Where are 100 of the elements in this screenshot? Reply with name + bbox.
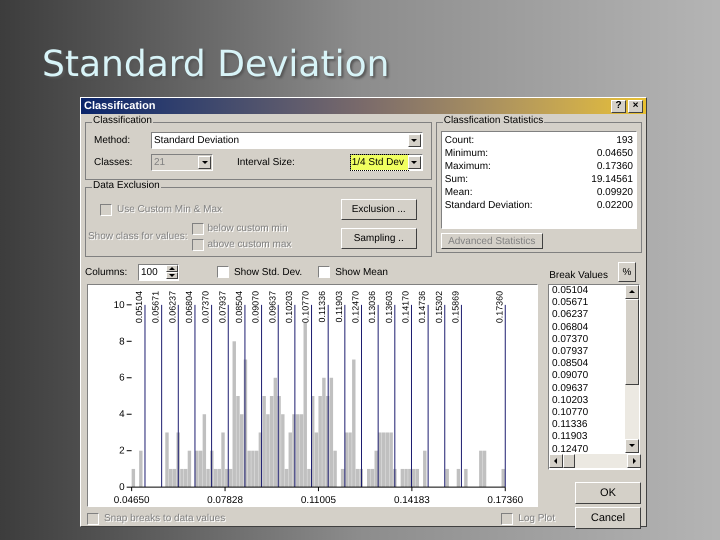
percent-button[interactable]: % xyxy=(618,262,636,282)
break-line[interactable] xyxy=(428,304,429,488)
break-label: 0.11903 xyxy=(334,290,344,322)
break-label: 0.17360 xyxy=(494,290,504,324)
break-line[interactable] xyxy=(211,304,212,488)
horizontal-scrollbar[interactable] xyxy=(549,454,641,468)
break-label: 0.13036 xyxy=(367,290,378,324)
y-tick-label: 4 xyxy=(119,409,125,420)
slide-title: Standard Deviation xyxy=(42,47,390,83)
vertical-scrollbar[interactable] xyxy=(625,285,639,453)
columns-spinbox[interactable]: 100 xyxy=(138,264,179,280)
x-tick-label: 0.04650 xyxy=(114,495,150,506)
y-tick-label: 6 xyxy=(119,372,125,384)
close-button[interactable]: × xyxy=(628,100,643,112)
break-value[interactable]: 0.05104 xyxy=(552,285,625,298)
classes-label: Classes: xyxy=(94,156,134,170)
sampling-button[interactable]: Sampling .. xyxy=(340,228,417,249)
break-value[interactable]: 0.10203 xyxy=(552,394,625,408)
checkbox-label: Snap breaks to data values xyxy=(104,512,226,526)
statistic-label: Sum: xyxy=(444,173,468,186)
caret-icon xyxy=(410,136,418,144)
break-value[interactable]: 0.07370 xyxy=(552,334,625,346)
break-label: 0.11336 xyxy=(317,290,328,322)
break-line[interactable] xyxy=(311,304,312,488)
histogram-bar xyxy=(445,468,449,488)
break-value[interactable]: 0.12470 xyxy=(552,444,625,453)
break-value[interactable]: 0.10770 xyxy=(552,407,625,420)
caret-icon xyxy=(168,272,176,280)
interval-size-label: Interval Size: xyxy=(237,156,296,170)
break-value[interactable]: 0.09070 xyxy=(552,370,625,383)
break-label: 0.09637 xyxy=(267,290,278,324)
statistic-value: 0.04650 xyxy=(596,147,633,160)
histogram-bar xyxy=(464,468,468,488)
y-tick-label: 0 xyxy=(119,482,125,494)
break-line[interactable] xyxy=(344,304,346,488)
group-legend: Data Exclusion xyxy=(92,181,161,191)
x-tick-label: 0.14183 xyxy=(394,495,430,506)
break-value[interactable]: 0.08504 xyxy=(552,358,625,370)
statistic-label: Mean: xyxy=(444,186,473,199)
statistic-value: 0.02200 xyxy=(596,199,633,212)
method-dropdown[interactable]: Standard Deviation xyxy=(151,132,423,149)
break-values-list[interactable]: 0.05104 0.05671 0.06237 0.06804 0.07370 0.07937 0.08504 0.09070 0.09637 0.10203 0.10770 0.11336 0.11903 0.12470 xyxy=(548,284,640,470)
break-label: 0.10203 xyxy=(284,290,294,324)
arrow-icon xyxy=(168,264,176,272)
break-line[interactable] xyxy=(144,304,146,488)
y-tick xyxy=(126,450,132,452)
caret-icon xyxy=(628,442,636,450)
break-value[interactable]: 0.07937 xyxy=(552,346,625,358)
break-line[interactable] xyxy=(378,304,379,488)
break-line[interactable] xyxy=(294,304,296,488)
cancel-button[interactable]: Cancel xyxy=(575,507,641,529)
checkbox[interactable] xyxy=(318,266,330,278)
method-label: Method: xyxy=(94,134,132,148)
statistic-value: 19.14561 xyxy=(591,173,633,186)
statistic-label: Minimum: xyxy=(444,147,488,160)
y-tick xyxy=(126,377,132,378)
statistic-value: 0.17360 xyxy=(596,160,633,173)
ok-button[interactable]: OK xyxy=(575,482,641,504)
checkbox-label: above custom max xyxy=(208,238,292,252)
checkbox-label: Log Plot xyxy=(518,512,555,526)
y-tick xyxy=(126,340,132,342)
break-value[interactable]: 0.05671 xyxy=(552,297,625,310)
x-tick-label: 0.17360 xyxy=(487,495,524,506)
break-line[interactable] xyxy=(194,304,196,488)
arrow-icon xyxy=(630,457,638,465)
scrollbar-thumb[interactable] xyxy=(563,454,575,468)
break-label: 0.12470 xyxy=(350,290,361,324)
break-line[interactable] xyxy=(178,304,179,488)
break-label: 0.08504 xyxy=(234,290,244,324)
break-line[interactable] xyxy=(244,304,246,488)
y-tick xyxy=(126,414,132,415)
statistic-label: Count: xyxy=(444,134,474,147)
window-title: Classification xyxy=(84,98,157,114)
exclusion-button[interactable]: Exclusion ... xyxy=(340,199,417,220)
break-value[interactable]: 0.11903 xyxy=(552,431,625,444)
break-value[interactable]: 0.06804 xyxy=(552,322,625,334)
y-tick-label: 8 xyxy=(119,336,125,348)
statistic-label: Standard Deviation: xyxy=(444,199,533,212)
help-button[interactable]: ? xyxy=(611,100,626,112)
break-value[interactable]: 0.09637 xyxy=(552,382,625,395)
break-value[interactable]: 0.11336 xyxy=(552,419,625,432)
break-label: 0.14170 xyxy=(400,290,410,324)
break-label: 0.06237 xyxy=(167,290,178,324)
group-legend: Classification xyxy=(92,116,153,126)
statistic-value: 0.09920 xyxy=(596,186,633,199)
break-value[interactable]: 0.06237 xyxy=(552,309,625,322)
x-tick-label: 0.07828 xyxy=(207,495,243,506)
scrollbar-thumb[interactable] xyxy=(625,299,639,385)
break-label: 0.07370 xyxy=(200,290,211,324)
break-line[interactable] xyxy=(394,304,396,488)
caret-icon xyxy=(200,158,208,166)
break-line[interactable] xyxy=(161,304,162,488)
break-line[interactable] xyxy=(328,304,329,488)
histogram-bar xyxy=(132,468,136,488)
interval-size-dropdown[interactable]: 1/4 Std Dev xyxy=(350,154,423,171)
break-line[interactable] xyxy=(261,304,262,488)
checkbox[interactable] xyxy=(217,266,229,278)
break-label: 0.10770 xyxy=(300,290,311,324)
break-line[interactable] xyxy=(460,304,462,488)
histogram-bar xyxy=(502,468,505,488)
